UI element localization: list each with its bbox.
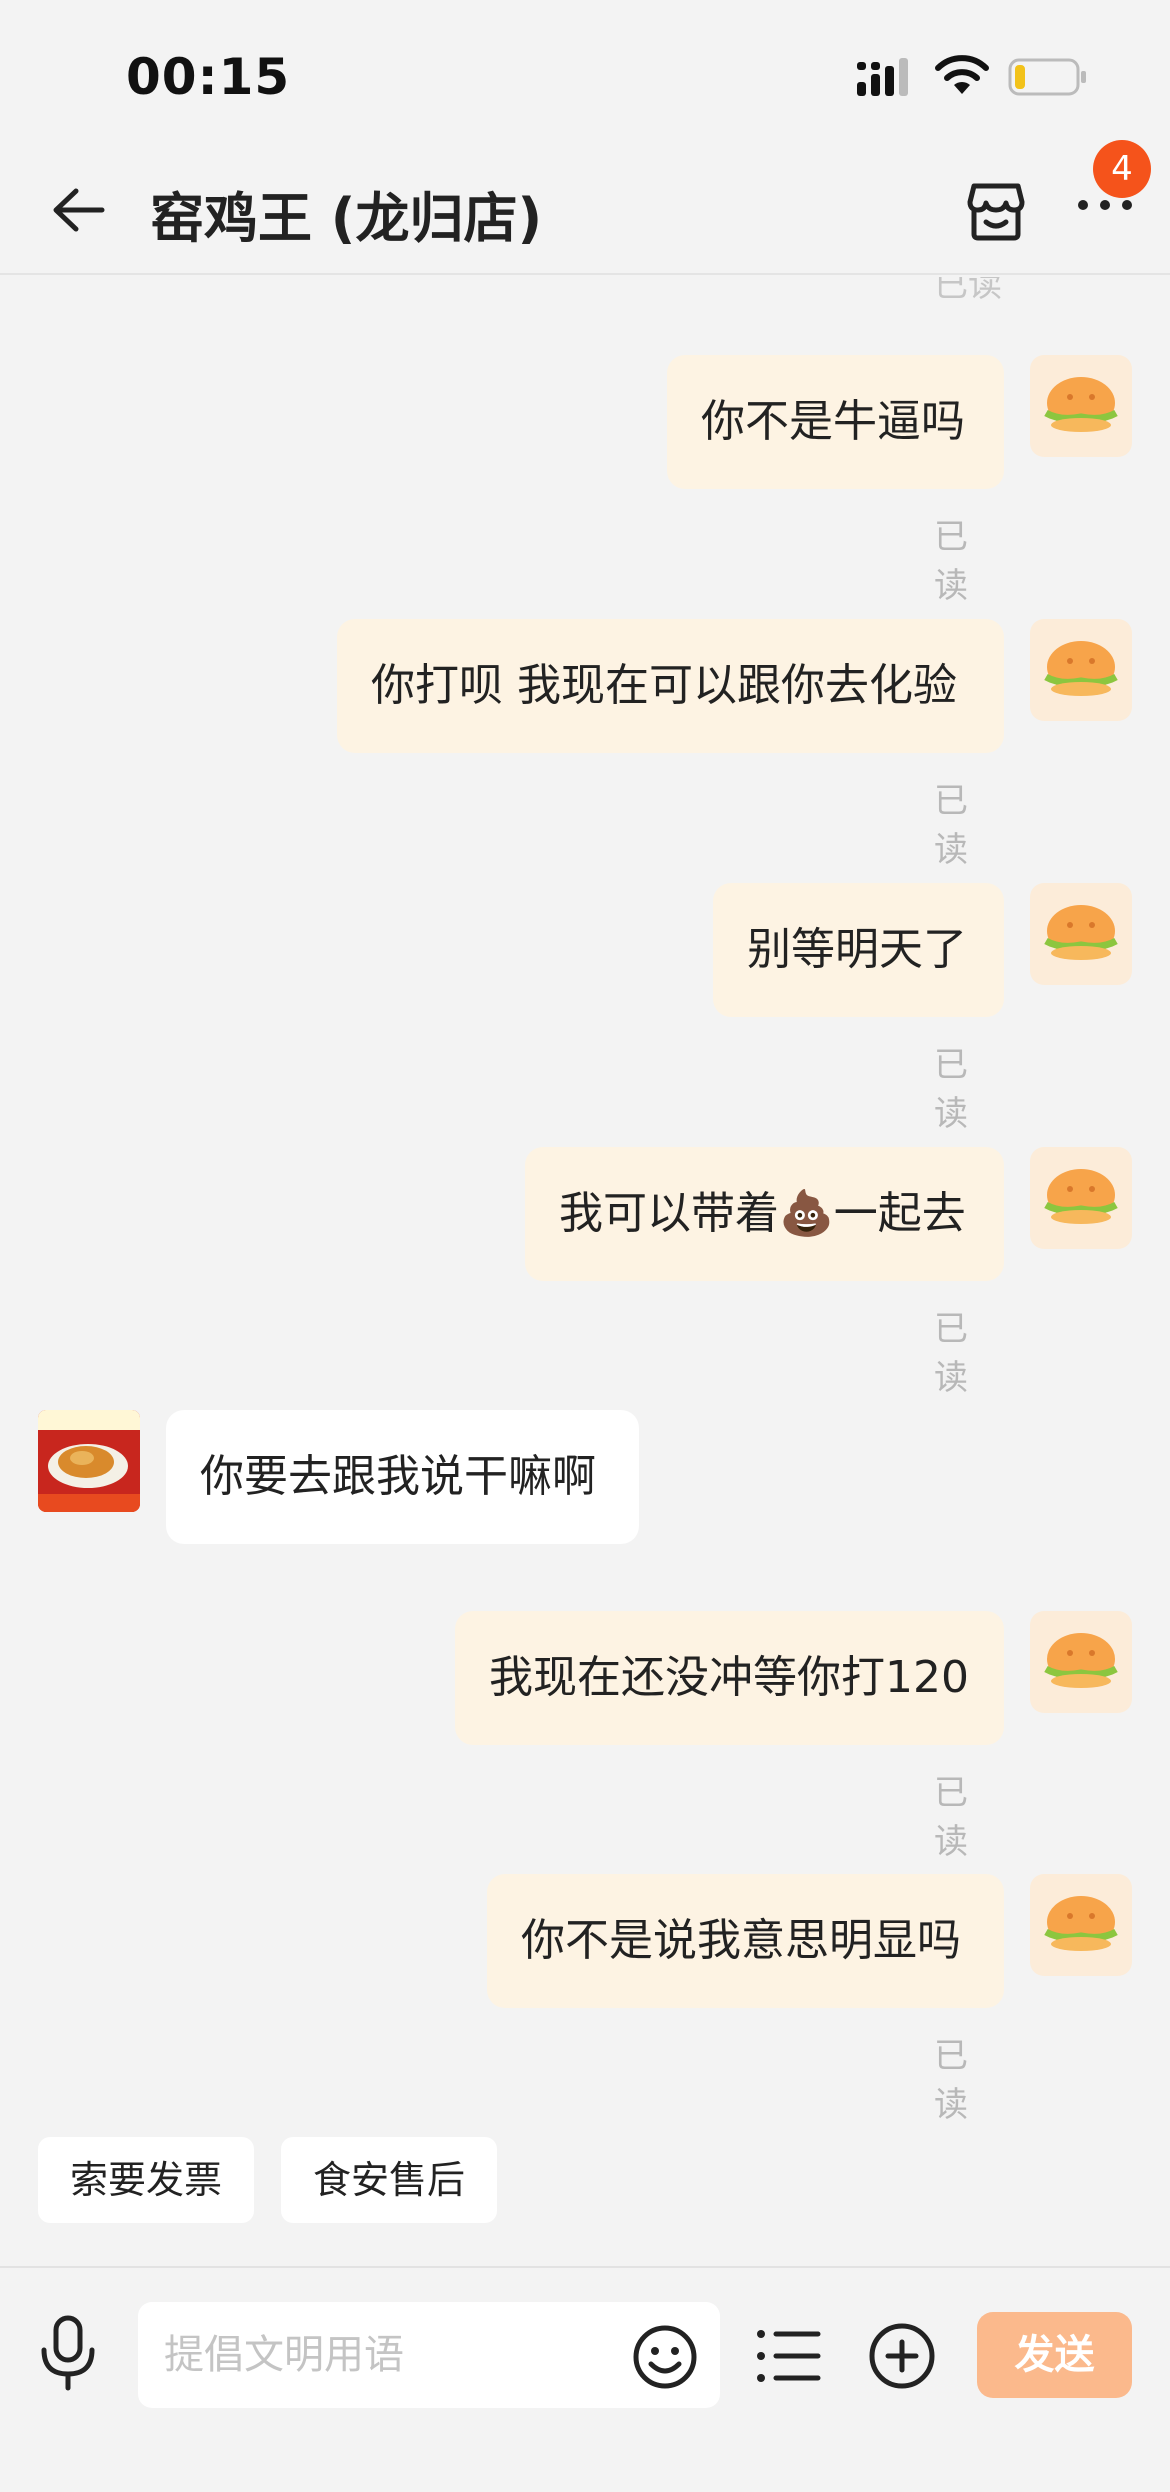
my-avatar[interactable] bbox=[1030, 355, 1132, 457]
burger-avatar-icon bbox=[1044, 377, 1118, 432]
battery-icon bbox=[1008, 58, 1086, 96]
read-status: 已读 bbox=[934, 781, 968, 870]
burger-avatar-icon bbox=[1044, 641, 1118, 696]
shop-avatar[interactable] bbox=[38, 1410, 140, 1512]
outgoing-message-bubble[interactable]: 我现在还没冲等你打120 bbox=[455, 1611, 1004, 1745]
burger-avatar-icon bbox=[1044, 1169, 1118, 1224]
outgoing-message-bubble[interactable]: 别等明天了 bbox=[713, 883, 1004, 1017]
back-arrow-icon[interactable] bbox=[48, 180, 108, 240]
chat-header: 窑鸡王 (龙归店) bbox=[0, 150, 1170, 275]
outgoing-message-bubble[interactable]: 你打呗 我现在可以跟你去化验 bbox=[337, 619, 1004, 753]
poop-emoji-icon: 💩 bbox=[779, 1188, 834, 1239]
message-text: 我可以带着 bbox=[559, 1188, 779, 1239]
input-bar: 发送 bbox=[0, 2266, 1170, 2492]
read-status: 已读 bbox=[934, 517, 968, 606]
read-status: 已读 bbox=[934, 1045, 968, 1134]
list-icon[interactable] bbox=[756, 2328, 822, 2384]
read-status: 已读 bbox=[934, 2036, 968, 2125]
emoji-icon[interactable] bbox=[632, 2324, 698, 2390]
mic-icon[interactable] bbox=[38, 2314, 98, 2394]
send-button[interactable]: 发送 bbox=[977, 2312, 1132, 2398]
status-time: 00:15 bbox=[126, 48, 291, 106]
message-text: 一起去 bbox=[833, 1188, 966, 1239]
burger-avatar-icon bbox=[1044, 1896, 1118, 1951]
my-avatar[interactable] bbox=[1030, 619, 1132, 721]
outgoing-message-bubble[interactable]: 你不是说我意思明显吗 bbox=[487, 1874, 1004, 2008]
status-bar: 00:15 bbox=[0, 0, 1170, 150]
quick-reply-invoice[interactable]: 索要发票 bbox=[38, 2137, 255, 2223]
shop-title: 窑鸡王 (龙归店) bbox=[150, 187, 543, 250]
outgoing-message-bubble[interactable]: 你不是牛逼吗 bbox=[667, 355, 1004, 489]
cellular-signal-icon bbox=[857, 58, 908, 96]
burger-avatar-icon bbox=[1044, 1633, 1118, 1688]
store-icon[interactable] bbox=[964, 180, 1028, 242]
shop-logo-roast-chicken-icon bbox=[38, 1410, 140, 1512]
plus-icon[interactable] bbox=[868, 2322, 936, 2390]
chat-message-list[interactable]: 已读 你不是牛逼吗 已读 你打呗 我现在可以跟你去化验 已读 别等明天了 已读 … bbox=[0, 277, 1170, 2127]
my-avatar[interactable] bbox=[1030, 1147, 1132, 1249]
incoming-message-bubble[interactable]: 你要去跟我说干嘛啊 bbox=[166, 1410, 639, 1544]
my-avatar[interactable] bbox=[1030, 1874, 1132, 1976]
outgoing-message-bubble[interactable]: 我可以带着💩一起去 bbox=[525, 1147, 1004, 1281]
read-status: 已读 bbox=[934, 277, 1002, 305]
wifi-icon bbox=[935, 55, 989, 94]
read-status: 已读 bbox=[934, 1309, 968, 1398]
my-avatar[interactable] bbox=[1030, 883, 1132, 985]
unread-badge: 4 bbox=[1093, 140, 1151, 198]
my-avatar[interactable] bbox=[1030, 1611, 1132, 1713]
burger-avatar-icon bbox=[1044, 905, 1118, 960]
read-status: 已读 bbox=[934, 1773, 968, 1862]
quick-reply-food-safety[interactable]: 食安售后 bbox=[281, 2137, 498, 2223]
